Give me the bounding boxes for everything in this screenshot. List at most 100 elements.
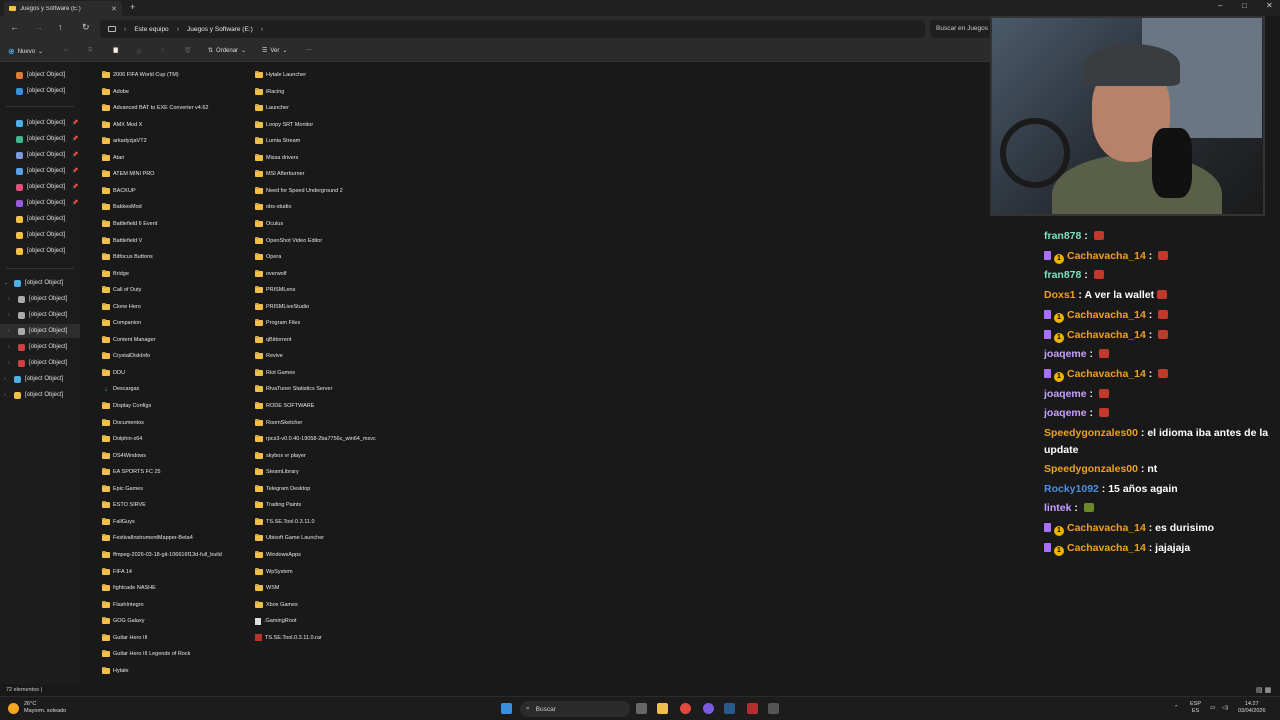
tiles-view-icon[interactable]: ▦ bbox=[1265, 687, 1272, 694]
sidebar-item[interactable]: › [object Object] bbox=[0, 372, 80, 386]
file-item[interactable]: arkadyzjaVT2 bbox=[102, 134, 147, 148]
file-explorer-icon[interactable] bbox=[657, 703, 668, 714]
file-item[interactable]: BakkesMod bbox=[102, 200, 142, 214]
file-item[interactable]: Epic Games bbox=[102, 482, 143, 496]
file-item[interactable]: fightcade NASHE bbox=[102, 581, 156, 595]
file-item[interactable]: WpSystem bbox=[255, 565, 293, 579]
copy-button[interactable]: ⧉ bbox=[88, 47, 92, 54]
sidebar-item[interactable]: ⌄ [object Object] bbox=[0, 276, 80, 290]
start-icon[interactable] bbox=[501, 703, 512, 714]
file-item[interactable]: iRacing bbox=[255, 85, 284, 99]
new-button[interactable]: ⊕ Nuevo ⌄ bbox=[8, 47, 43, 56]
file-item[interactable]: OpenShot Video Editor bbox=[255, 234, 322, 248]
file-item[interactable]: ffmpeg-2026-03-18-git-106616f13d-full_bu… bbox=[102, 548, 222, 562]
file-item[interactable]: Guitar Hero III bbox=[102, 631, 148, 645]
clock[interactable]: 14:27 03/04/2026 bbox=[1238, 701, 1266, 715]
share-button[interactable]: ⇪ bbox=[160, 47, 165, 54]
network-icon[interactable]: ▭ bbox=[1210, 705, 1215, 712]
file-item[interactable]: Revive bbox=[255, 349, 283, 363]
refresh-button[interactable]: ↻ bbox=[82, 22, 90, 33]
volume-icon[interactable]: ◁) bbox=[1222, 705, 1228, 712]
chevron-right-icon[interactable]: › bbox=[8, 360, 14, 366]
file-item[interactable]: GOG Galaxy bbox=[102, 614, 144, 628]
file-item[interactable]: Battlefield V bbox=[102, 234, 142, 248]
close-window-button[interactable]: ✕ bbox=[1266, 1, 1273, 10]
file-item[interactable]: rpcs3-v0.0.40-19058-2ba7756c_win64_msvc bbox=[255, 432, 376, 446]
tab-explorer[interactable]: Juegos y Software (E:) ✕ bbox=[4, 1, 122, 16]
sidebar-item[interactable]: › [object Object] bbox=[0, 388, 80, 402]
file-item[interactable]: MSI Afterburner bbox=[255, 167, 305, 181]
file-item[interactable]: DDU bbox=[102, 366, 125, 380]
file-item[interactable]: AMX Mod X bbox=[102, 118, 142, 132]
sort-button[interactable]: ⇅ Ordenar ⌄ bbox=[208, 47, 246, 55]
sidebar-item[interactable]: [object Object] 📌 bbox=[0, 132, 80, 146]
file-item[interactable]: RivaTuner Statistics Server bbox=[255, 382, 332, 396]
file-item[interactable]: Program Files bbox=[255, 316, 300, 330]
file-item[interactable]: TS.SE.Tool.0.3.11.0 bbox=[255, 515, 315, 529]
chevron-right-icon[interactable]: › bbox=[4, 376, 10, 382]
file-item[interactable]: Opera bbox=[255, 250, 281, 264]
tray-chevron-icon[interactable]: ⌃ bbox=[1174, 705, 1179, 712]
file-item[interactable]: PRISMLens bbox=[255, 283, 295, 297]
cut-button[interactable]: ✂ bbox=[64, 47, 69, 54]
file-item[interactable]: qBittorrent bbox=[255, 333, 291, 347]
file-item[interactable]: Call of Duty bbox=[102, 283, 141, 297]
chevron-right-icon[interactable]: › bbox=[261, 26, 263, 33]
sidebar-item[interactable]: [object Object] 📌 bbox=[0, 164, 80, 178]
chevron-right-icon[interactable]: › bbox=[8, 296, 14, 302]
file-item[interactable]: Telegram Desktop bbox=[255, 482, 310, 496]
task-view-icon[interactable] bbox=[636, 703, 647, 714]
file-item[interactable]: CrystalDiskInfo bbox=[102, 349, 150, 363]
language-indicator[interactable]: ESP ES bbox=[1190, 701, 1201, 715]
file-item[interactable]: Documentos bbox=[102, 416, 144, 430]
chevron-right-icon[interactable]: › bbox=[8, 344, 14, 350]
view-button[interactable]: ☰ Ver ⌄ bbox=[262, 47, 287, 55]
file-item[interactable]: Lumia Stream bbox=[255, 134, 300, 148]
file-item[interactable]: Bitfocus Buttons bbox=[102, 250, 153, 264]
sidebar-item[interactable]: [object Object] 📌 bbox=[0, 180, 80, 194]
chrome-icon[interactable] bbox=[680, 703, 691, 714]
up-button[interactable]: ↑ bbox=[58, 22, 63, 32]
file-item[interactable]: Loopy SRT Monitor bbox=[255, 118, 313, 132]
breadcrumb-this-pc[interactable]: Este equipo bbox=[134, 26, 168, 33]
weather-widget[interactable]: 26°C Mayorm. soleado bbox=[8, 701, 66, 715]
file-item[interactable]: Trading Paints bbox=[255, 498, 301, 512]
file-item[interactable]: SteamLibrary bbox=[255, 465, 299, 479]
file-item[interactable]: Ubisoft Game Launcher bbox=[255, 531, 324, 545]
minimize-button[interactable]: – bbox=[1218, 1, 1222, 10]
sidebar-item[interactable]: [object Object] 📌 bbox=[0, 148, 80, 162]
chevron-right-icon[interactable]: › bbox=[8, 312, 14, 318]
file-item[interactable]: Companion bbox=[102, 316, 141, 330]
file-item[interactable]: Guitar Hero III Legends of Rock bbox=[102, 647, 190, 661]
file-item[interactable]: Content Manager bbox=[102, 333, 156, 347]
file-item[interactable]: Dolphin-x64 bbox=[102, 432, 142, 446]
sidebar-item[interactable]: [object Object] 📌 bbox=[0, 116, 80, 130]
steam-icon[interactable] bbox=[724, 703, 735, 714]
file-item[interactable]: RoomSketcher bbox=[255, 416, 302, 430]
sidebar-item[interactable]: [object Object] bbox=[0, 244, 80, 258]
sidebar-item[interactable]: › [object Object] bbox=[0, 308, 80, 322]
file-item[interactable]: RODE SOFTWARE bbox=[255, 399, 314, 413]
file-item[interactable]: skybox vr player bbox=[255, 449, 306, 463]
sidebar-item[interactable]: › [object Object] bbox=[0, 340, 80, 354]
file-item[interactable]: BACKUP bbox=[102, 184, 136, 198]
file-item[interactable]: Oculus bbox=[255, 217, 283, 231]
paste-button[interactable]: 📋 bbox=[112, 47, 119, 54]
chevron-down-icon[interactable]: ⌄ bbox=[4, 280, 10, 286]
file-item[interactable]: Xbox Games bbox=[255, 598, 298, 612]
file-item[interactable]: .GamingRoot bbox=[255, 614, 296, 628]
file-item[interactable]: Advanced BAT to EXE Converter v4.62 bbox=[102, 101, 209, 115]
file-item[interactable]: Launcher bbox=[255, 101, 289, 115]
file-item[interactable]: Display Configs bbox=[102, 399, 151, 413]
file-item[interactable]: obs-studio bbox=[255, 200, 291, 214]
rename-button[interactable]: Ⓐ bbox=[136, 47, 142, 56]
address-bar[interactable]: › Este equipo › Juegos y Software (E:) › bbox=[100, 20, 925, 38]
sidebar-item[interactable]: [object Object] bbox=[0, 228, 80, 242]
file-item[interactable]: Need for Speed Underground 2 bbox=[255, 184, 343, 198]
sidebar-item[interactable]: › [object Object] bbox=[0, 356, 80, 370]
file-item[interactable]: Adobe bbox=[102, 85, 129, 99]
app-icon[interactable] bbox=[747, 703, 758, 714]
file-item[interactable]: Hytale Launcher bbox=[255, 68, 306, 82]
file-item[interactable]: EA SPORTS FC 25 bbox=[102, 465, 161, 479]
file-item[interactable]: overwolf bbox=[255, 267, 286, 281]
